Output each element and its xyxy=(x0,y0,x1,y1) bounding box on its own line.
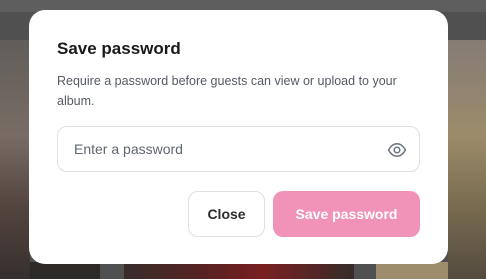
close-button[interactable]: Close xyxy=(188,191,265,237)
save-password-dialog: Save password Require a password before … xyxy=(29,10,448,264)
password-field[interactable] xyxy=(57,126,420,172)
dialog-description: Require a password before guests can vie… xyxy=(57,74,397,108)
save-password-button[interactable]: Save password xyxy=(273,191,420,237)
eye-icon[interactable] xyxy=(387,140,407,160)
dialog-title: Save password xyxy=(57,39,181,58)
dialog-actions: Close Save password xyxy=(188,191,420,237)
password-input[interactable] xyxy=(58,127,374,171)
